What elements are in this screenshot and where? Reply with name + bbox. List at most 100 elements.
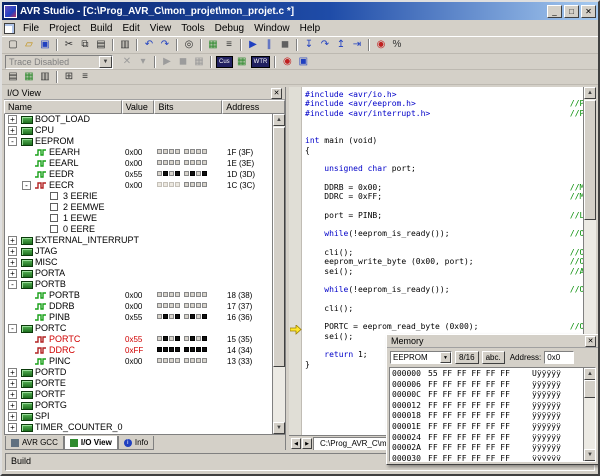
io-row-misc[interactable]: +MISC — [5, 257, 272, 268]
clear-trace-icon[interactable]: ✕ — [119, 55, 135, 69]
memory-row[interactable]: 000006FF FF FF FF FF FFÿÿÿÿÿÿ — [390, 379, 583, 390]
bit-box[interactable] — [157, 182, 162, 187]
io-row-portc[interactable]: -PORTC — [5, 323, 272, 334]
bit-box[interactable] — [175, 292, 180, 297]
memory-row[interactable]: 000018FF FF FF FF FF FFÿÿÿÿÿÿ — [390, 410, 583, 421]
memory-row[interactable]: 00002AFF FF FF FF FF FFÿÿÿÿÿÿ — [390, 442, 583, 453]
io-row-eearl[interactable]: EEARL0x001E (3E) — [5, 158, 272, 169]
io-row-eeprom[interactable]: -EEPROM — [5, 136, 272, 147]
io-row-eearh[interactable]: EEARH0x001F (3F) — [5, 147, 272, 158]
menu-item-build[interactable]: Build — [85, 22, 117, 35]
bit-box[interactable] — [184, 314, 189, 319]
memory-row[interactable]: 000012FF FF FF FF FF FFÿÿÿÿÿÿ — [390, 400, 583, 411]
bit-box[interactable] — [184, 171, 189, 176]
tab-scroll-right-icon[interactable]: ▶ — [302, 438, 312, 449]
copy-icon[interactable]: ⧉ — [77, 38, 93, 52]
bit-box[interactable] — [190, 292, 195, 297]
expand-icon[interactable]: + — [8, 236, 17, 245]
bit-box[interactable] — [157, 292, 162, 297]
bit-box[interactable] — [175, 358, 180, 363]
autostep-icon[interactable]: % — [389, 38, 405, 52]
bit-box[interactable] — [175, 182, 180, 187]
step-out-icon[interactable]: ↥ — [333, 38, 349, 52]
bit-box[interactable] — [169, 347, 174, 352]
io-row-jtag[interactable]: +JTAG — [5, 246, 272, 257]
bit-box[interactable] — [175, 160, 180, 165]
close-icon[interactable]: ✕ — [271, 88, 282, 99]
bit-box[interactable] — [196, 160, 201, 165]
column-header-address[interactable]: Address — [222, 100, 285, 114]
scroll-down-icon[interactable]: ▼ — [273, 422, 285, 434]
pause-icon[interactable]: ∥ — [261, 38, 277, 52]
run-to-cursor-icon[interactable]: ⇥ — [349, 38, 365, 52]
io-row-spi[interactable]: +SPI — [5, 411, 272, 422]
device-chip-icon[interactable]: ▦ — [234, 55, 250, 69]
io-row-0-eere[interactable]: 0 EERE — [5, 224, 272, 235]
bit-box[interactable] — [196, 347, 201, 352]
bit-box[interactable] — [169, 358, 174, 363]
collapse-icon[interactable]: - — [8, 324, 17, 333]
undo-icon[interactable]: ↶ — [141, 38, 157, 52]
run-icon[interactable]: ▶ — [245, 38, 261, 52]
bit-box[interactable] — [175, 336, 180, 341]
io-row-eecr[interactable]: -EECR0x001C (3C) — [5, 180, 272, 191]
bit-box[interactable] — [169, 336, 174, 341]
io-row-portb[interactable]: -PORTB — [5, 279, 272, 290]
bit-checkbox[interactable] — [50, 225, 58, 233]
chevron-down-icon[interactable]: ▼ — [440, 352, 451, 363]
collapse-icon[interactable]: - — [8, 137, 17, 146]
bit-box[interactable] — [169, 303, 174, 308]
project-pane-icon[interactable]: ▤ — [5, 70, 21, 84]
bit-box[interactable] — [202, 358, 207, 363]
menu-item-window[interactable]: Window — [249, 22, 295, 35]
bit-box[interactable] — [202, 182, 207, 187]
memory-row[interactable]: 000030FF FF FF FF FF FFÿÿÿÿÿÿ — [390, 453, 583, 462]
bit-box[interactable] — [190, 160, 195, 165]
find-icon[interactable]: ◎ — [181, 38, 197, 52]
step-into-icon[interactable]: ↧ — [301, 38, 317, 52]
io-row-ddrb[interactable]: DDRB0x0017 (37) — [5, 301, 272, 312]
collapse-icon[interactable]: - — [8, 280, 17, 289]
menu-item-file[interactable]: File — [18, 22, 44, 35]
bit-box[interactable] — [190, 347, 195, 352]
bit-box[interactable] — [169, 314, 174, 319]
reset-icon[interactable]: ◼ — [277, 38, 293, 52]
bit-box[interactable] — [169, 171, 174, 176]
expand-icon[interactable]: + — [8, 269, 17, 278]
bit-box[interactable] — [202, 160, 207, 165]
bit-box[interactable] — [163, 303, 168, 308]
bit-box[interactable] — [163, 358, 168, 363]
column-header-name[interactable]: Name — [4, 100, 122, 114]
save-file-icon[interactable]: ▣ — [37, 38, 53, 52]
memory-row[interactable]: 00000055 FF FF FF FF FFUÿÿÿÿÿ — [390, 368, 583, 379]
io-tree-scrollbar[interactable]: ▲ ▼ — [272, 114, 285, 434]
panel-tab-info[interactable]: iInfo — [118, 436, 154, 450]
io-row-portg[interactable]: +PORTG — [5, 400, 272, 411]
io-pane-icon[interactable]: ▦ — [21, 70, 37, 84]
bit-box[interactable] — [190, 171, 195, 176]
scrollbar-thumb[interactable] — [273, 127, 285, 367]
bit-box[interactable] — [175, 347, 180, 352]
column-header-value[interactable]: Value — [122, 100, 155, 114]
bit-box[interactable] — [163, 182, 168, 187]
bit-box[interactable] — [163, 160, 168, 165]
bit-box[interactable] — [202, 292, 207, 297]
expand-icon[interactable]: + — [8, 423, 17, 432]
bit-box[interactable] — [184, 182, 189, 187]
wtr-tool-icon[interactable]: WTR — [251, 56, 271, 68]
title-bar[interactable]: AVR Studio - [C:\Prog_AVR_C\mon_projet\m… — [2, 2, 598, 20]
bit-box[interactable] — [202, 303, 207, 308]
bit-box[interactable] — [157, 171, 162, 176]
bit-box[interactable] — [157, 149, 162, 154]
tab-scroll-left-icon[interactable]: ◀ — [291, 438, 301, 449]
device-select-icon[interactable]: ▦ — [205, 38, 221, 52]
bit-box[interactable] — [202, 347, 207, 352]
io-row-external-interrupt[interactable]: +EXTERNAL_INTERRUPT — [5, 235, 272, 246]
bit-box[interactable] — [184, 358, 189, 363]
save-trace-icon[interactable]: ▦ — [191, 55, 207, 69]
io-row-portb[interactable]: PORTB0x0018 (38) — [5, 290, 272, 301]
bit-box[interactable] — [196, 336, 201, 341]
connect-device-icon[interactable]: ▣ — [295, 55, 311, 69]
menu-item-tools[interactable]: Tools — [176, 22, 209, 35]
io-row-boot-load[interactable]: +BOOT_LOAD — [5, 114, 272, 125]
